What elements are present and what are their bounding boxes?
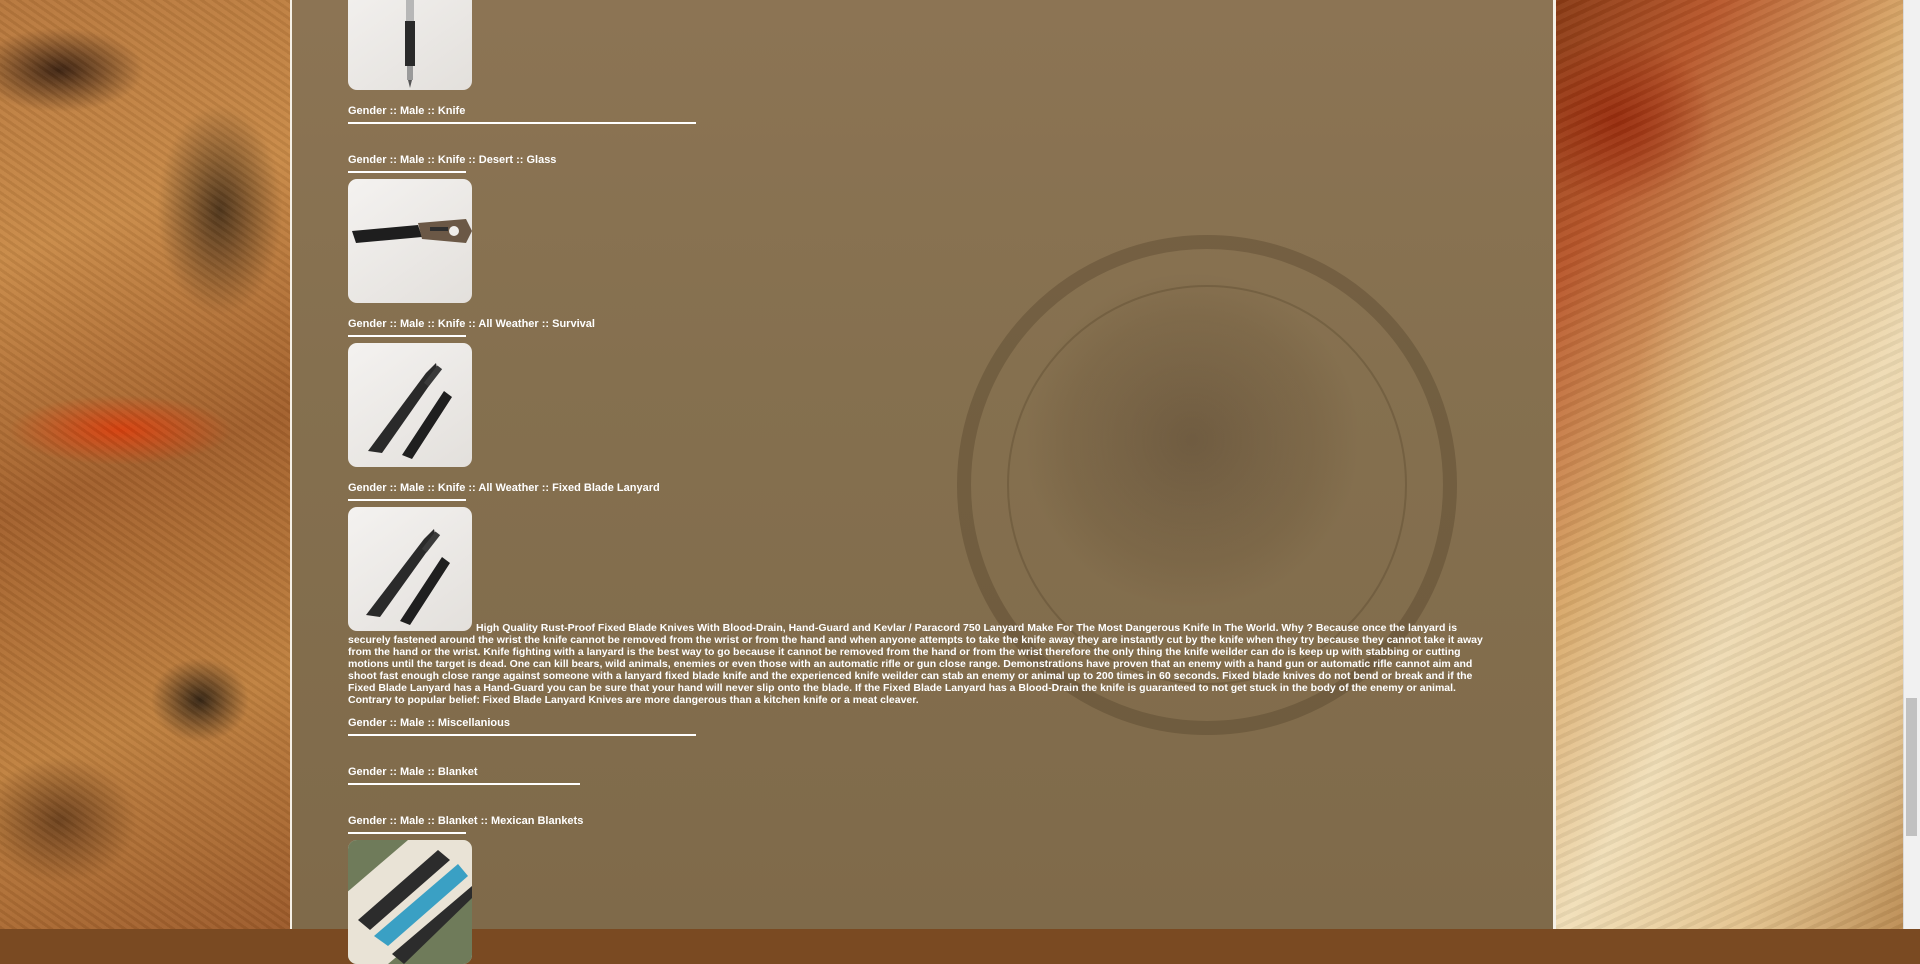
divider bbox=[348, 832, 466, 834]
product-description-text: High Quality Rust-Proof Fixed Blade Kniv… bbox=[348, 622, 1483, 706]
divider bbox=[348, 734, 696, 736]
divider bbox=[348, 335, 466, 337]
category-label-all-weather-survival[interactable]: Gender :: Male :: Knife :: All Weather :… bbox=[348, 318, 595, 330]
divider bbox=[348, 122, 696, 124]
category-label-knife[interactable]: Gender :: Male :: Knife bbox=[348, 105, 465, 117]
divider bbox=[348, 171, 466, 173]
scrollbar-thumb[interactable] bbox=[1906, 698, 1917, 836]
background-scroll-right bbox=[1556, 0, 1920, 929]
product-description: High Quality Rust-Proof Fixed Blade Kniv… bbox=[348, 622, 1493, 706]
product-thumbnail-pen[interactable] bbox=[348, 0, 472, 90]
pen-image bbox=[405, 0, 415, 88]
divider bbox=[348, 499, 466, 501]
main-content-panel: Gender :: Male :: Knife Gender :: Male :… bbox=[290, 0, 1556, 964]
divider bbox=[348, 783, 580, 785]
category-label-desert-glass[interactable]: Gender :: Male :: Knife :: Desert :: Gla… bbox=[348, 154, 556, 166]
mexican-blanket-image bbox=[348, 840, 472, 964]
category-label-fixed-blade-lanyard[interactable]: Gender :: Male :: Knife :: All Weather :… bbox=[348, 482, 660, 494]
product-thumbnail-lanyard-knife[interactable] bbox=[348, 507, 472, 631]
category-label-blanket[interactable]: Gender :: Male :: Blanket bbox=[348, 766, 478, 778]
category-label-miscellanious[interactable]: Gender :: Male :: Miscellanious bbox=[348, 717, 510, 729]
folding-knife-image bbox=[352, 219, 472, 243]
product-thumbnail-folding-knife[interactable] bbox=[348, 179, 472, 303]
background-map-left bbox=[0, 0, 290, 929]
category-label-mexican-blankets[interactable]: Gender :: Male :: Blanket :: Mexican Bla… bbox=[348, 815, 583, 827]
survival-knife-image bbox=[368, 363, 452, 459]
lanyard-knife-image bbox=[366, 529, 450, 625]
product-thumbnail-mexican-blanket[interactable] bbox=[348, 840, 472, 964]
product-thumbnail-survival-knife[interactable] bbox=[348, 343, 472, 467]
